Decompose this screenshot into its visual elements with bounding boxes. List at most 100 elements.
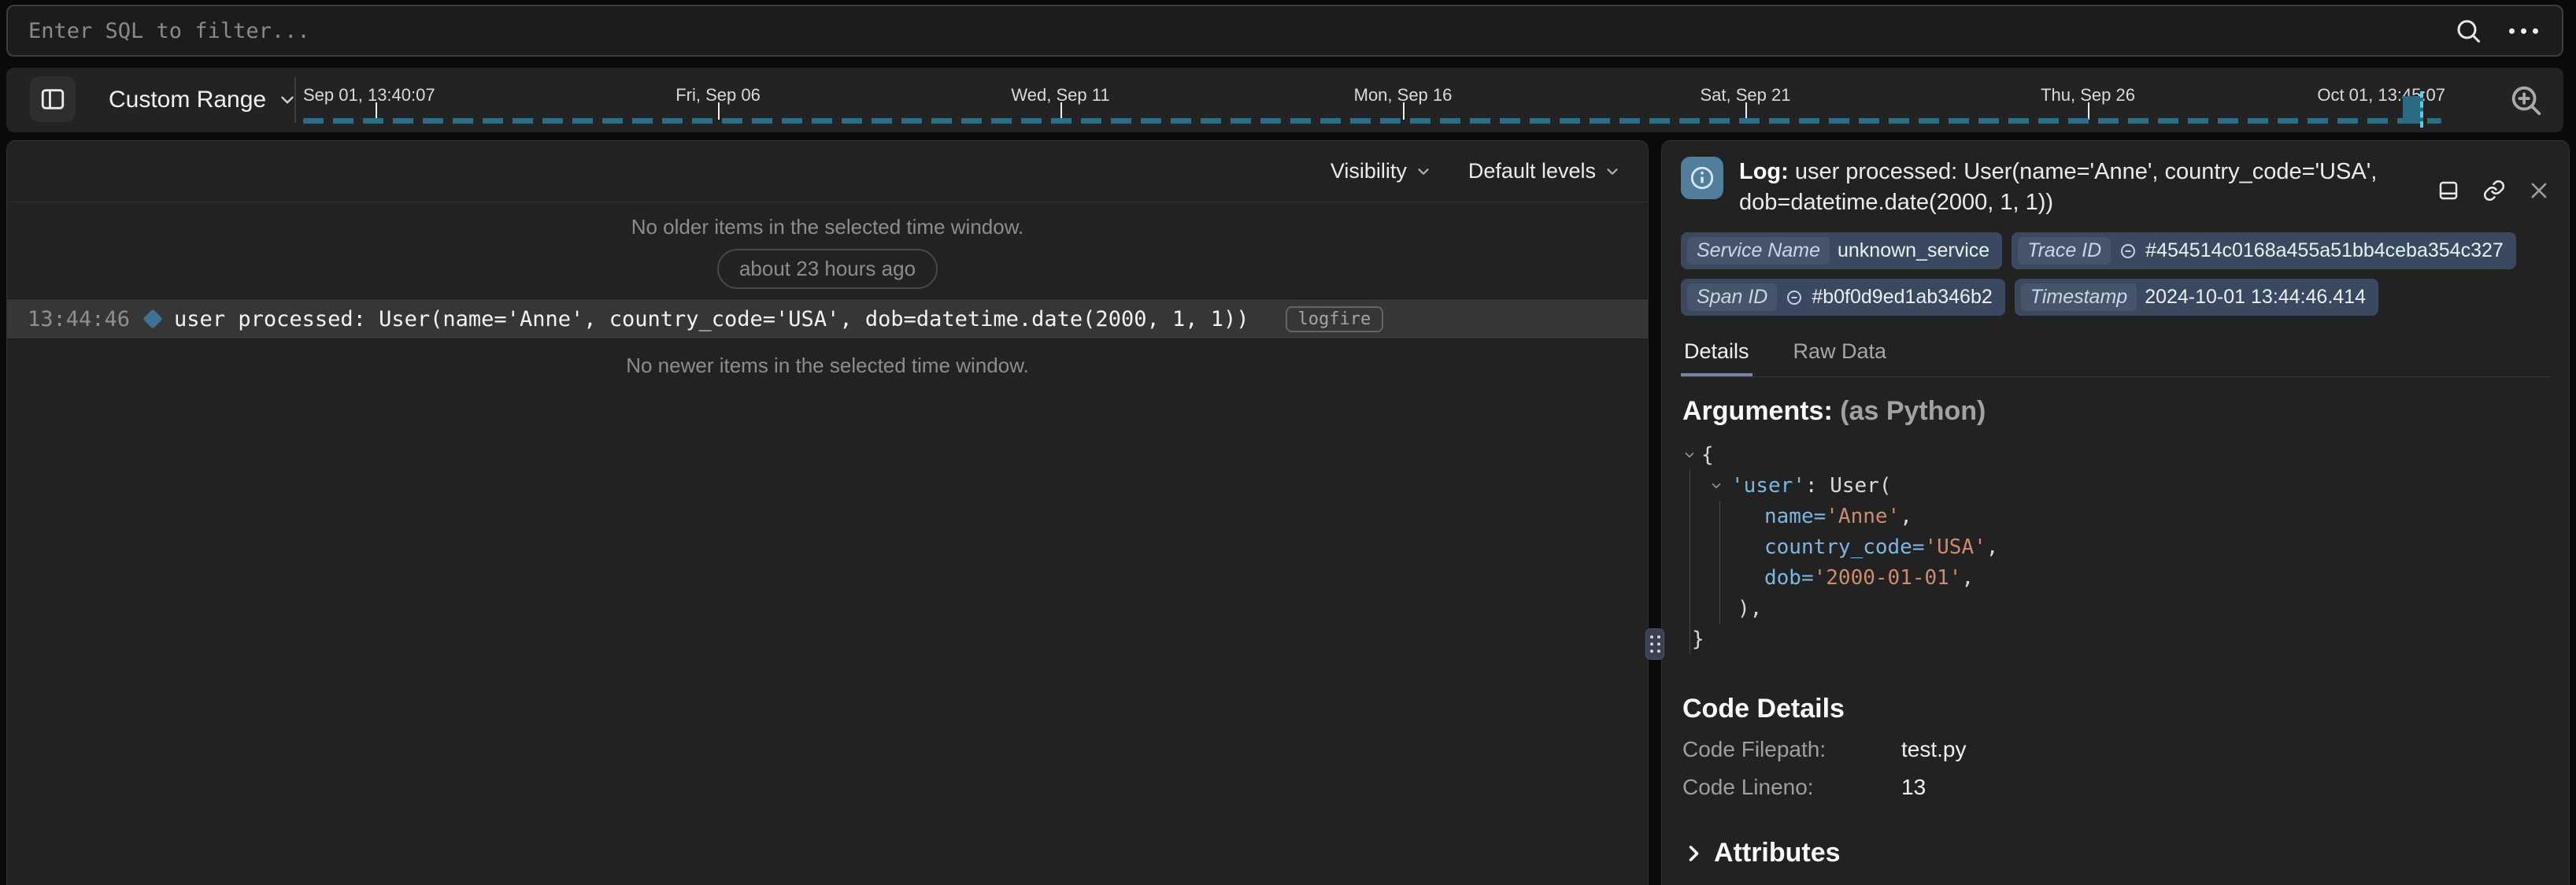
time-range-dropdown[interactable]: Custom Range bbox=[109, 87, 298, 113]
code-line: name='Anne', bbox=[1682, 501, 2548, 531]
code-line: } bbox=[1682, 624, 2548, 654]
code-token: } bbox=[1692, 628, 1704, 651]
badge-value: 2024-10-01 13:44:46.414 bbox=[2145, 286, 2366, 309]
default-levels-label: Default levels bbox=[1468, 159, 1596, 183]
sidebar-panel-icon bbox=[39, 86, 66, 113]
timeline-bar: Custom Range Sep 01, 13:40:07 Fri, Sep 0… bbox=[6, 68, 2563, 132]
log-row[interactable]: 13:44:46 user processed: User(name='Anne… bbox=[7, 298, 1648, 339]
code-token: : bbox=[1805, 474, 1830, 498]
code-token: ), bbox=[1738, 597, 1762, 620]
span-link-icon[interactable] bbox=[1785, 288, 1804, 307]
timeline-tick bbox=[376, 102, 377, 120]
timeline-tick bbox=[1060, 102, 1062, 120]
code-token-string: 'USA' bbox=[1925, 535, 1986, 559]
arguments-heading-text: Arguments: bbox=[1682, 396, 1833, 426]
badge-label: Service Name bbox=[1687, 237, 1830, 265]
code-token-string: 'Anne' bbox=[1826, 505, 1900, 528]
log-detail-title: Log:user processed: User(name='Anne', co… bbox=[1739, 157, 2385, 218]
search-icon[interactable] bbox=[2454, 17, 2482, 45]
timeline-tick bbox=[2088, 102, 2089, 120]
collapse-chevron-icon[interactable] bbox=[1709, 479, 1723, 493]
log-level-diamond-icon bbox=[142, 309, 162, 328]
span-id-badge[interactable]: Span ID #b0f0d9ed1ab346b2 bbox=[1681, 279, 2005, 316]
code-token: , bbox=[1961, 566, 1974, 590]
sql-filter-input[interactable] bbox=[28, 19, 2427, 43]
close-icon[interactable] bbox=[2528, 163, 2550, 218]
sql-filter-bar bbox=[6, 5, 2563, 57]
logfire-live-view: Custom Range Sep 01, 13:40:07 Fri, Sep 0… bbox=[0, 0, 2576, 885]
badge-value: #b0f0d9ed1ab346b2 bbox=[1812, 286, 1992, 309]
badge-label: Trace ID bbox=[2018, 237, 2111, 265]
code-line: dob='2000-01-01', bbox=[1682, 562, 2548, 593]
timeline-tick bbox=[1745, 102, 1747, 120]
no-newer-items-message: No newer items in the selected time wind… bbox=[7, 354, 1648, 378]
code-lineno-label: Code Lineno: bbox=[1682, 775, 1901, 800]
badge-label: Span ID bbox=[1687, 283, 1777, 311]
badge-label: Timestamp bbox=[2021, 283, 2137, 311]
code-filepath-row: Code Filepath: test.py bbox=[1682, 737, 2548, 762]
trace-id-badge[interactable]: Trace ID #454514c0168a455a51bb4ceba354c3… bbox=[2012, 232, 2516, 269]
arguments-mode-text: (as Python) bbox=[1840, 396, 1986, 426]
arguments-code-tree: { 'user': User( name='Anne', country_cod… bbox=[1682, 439, 2548, 654]
code-lineno-value: 13 bbox=[1901, 775, 1926, 800]
timestamp-badge: Timestamp 2024-10-01 13:44:46.414 bbox=[2015, 279, 2378, 316]
code-token-key: 'user' bbox=[1731, 474, 1805, 498]
chevron-down-icon bbox=[1415, 163, 1432, 180]
badge-value: unknown_service bbox=[1838, 239, 1989, 262]
detail-badges: Service Name unknown_service Trace ID #4… bbox=[1662, 218, 2569, 316]
no-older-items-message: No older items in the selected time wind… bbox=[7, 215, 1648, 239]
info-level-icon bbox=[1681, 157, 1723, 199]
log-detail-panel: Log:user processed: User(name='Anne', co… bbox=[1661, 140, 2570, 885]
tab-details[interactable]: Details bbox=[1681, 331, 1752, 376]
tab-raw-data[interactable]: Raw Data bbox=[1790, 331, 1890, 376]
chevron-right-icon bbox=[1682, 842, 1704, 865]
code-token: { bbox=[1701, 443, 1714, 467]
code-token: User( bbox=[1830, 474, 1891, 498]
timeline-selection-edge[interactable] bbox=[2420, 91, 2423, 128]
collapse-chevron-icon[interactable] bbox=[1682, 448, 1697, 462]
code-token-param: country_code= bbox=[1764, 535, 1925, 559]
time-range-label: Custom Range bbox=[109, 87, 266, 113]
log-level-label: Log: bbox=[1739, 159, 1789, 184]
trace-link-icon[interactable] bbox=[2119, 242, 2137, 261]
log-detail-header: Log:user processed: User(name='Anne', co… bbox=[1662, 141, 2569, 218]
zoom-in-icon bbox=[2508, 82, 2544, 118]
code-filepath-value: test.py bbox=[1901, 737, 1966, 762]
relative-time-pill: about 23 hours ago bbox=[717, 249, 938, 289]
arguments-heading: Arguments: (as Python) bbox=[1682, 396, 2548, 427]
chevron-down-icon bbox=[1604, 163, 1621, 180]
log-list-controls: Visibility Default levels bbox=[7, 141, 1648, 202]
sidebar-toggle-button[interactable] bbox=[30, 76, 76, 122]
log-message: user processed: User(name='Anne', countr… bbox=[174, 307, 1249, 331]
code-line: { bbox=[1682, 439, 2548, 470]
code-token: , bbox=[1900, 505, 1912, 528]
detail-actions bbox=[2437, 157, 2550, 218]
code-line: ), bbox=[1682, 593, 2548, 624]
code-token-param: name= bbox=[1764, 505, 1826, 528]
divider bbox=[294, 77, 296, 123]
service-name-badge: Service Name unknown_service bbox=[1681, 232, 2002, 269]
code-details-heading: Code Details bbox=[1682, 694, 2548, 724]
panel-resize-grip[interactable] bbox=[1645, 628, 1664, 660]
copy-link-icon[interactable] bbox=[2482, 163, 2506, 218]
code-token: , bbox=[1986, 535, 1999, 559]
zoom-in-button[interactable] bbox=[2504, 78, 2548, 122]
log-timestamp: 13:44:46 bbox=[28, 307, 130, 331]
code-lineno-row: Code Lineno: 13 bbox=[1682, 775, 2548, 800]
timeline-activity-track[interactable] bbox=[303, 118, 2441, 124]
detail-body: Arguments: (as Python) { 'user': User( bbox=[1662, 377, 2569, 885]
default-levels-dropdown[interactable]: Default levels bbox=[1468, 159, 1621, 183]
log-tag-logfire[interactable]: logfire bbox=[1286, 306, 1384, 332]
attributes-section-toggle[interactable]: Attributes bbox=[1682, 838, 2548, 868]
code-line: 'user': User( bbox=[1682, 470, 2548, 501]
visibility-dropdown[interactable]: Visibility bbox=[1331, 159, 1432, 183]
timeline-tick bbox=[718, 102, 720, 120]
badge-value: #454514c0168a455a51bb4ceba354c327 bbox=[2145, 239, 2504, 262]
code-line: country_code='USA', bbox=[1682, 531, 2548, 562]
visibility-label: Visibility bbox=[1331, 159, 1407, 183]
dock-panel-icon[interactable] bbox=[2437, 163, 2460, 218]
log-title-text: user processed: User(name='Anne', countr… bbox=[1739, 159, 2377, 215]
code-filepath-label: Code Filepath: bbox=[1682, 737, 1901, 762]
more-options-icon[interactable] bbox=[2509, 28, 2538, 34]
code-token-string: '2000-01-01' bbox=[1814, 566, 1962, 590]
